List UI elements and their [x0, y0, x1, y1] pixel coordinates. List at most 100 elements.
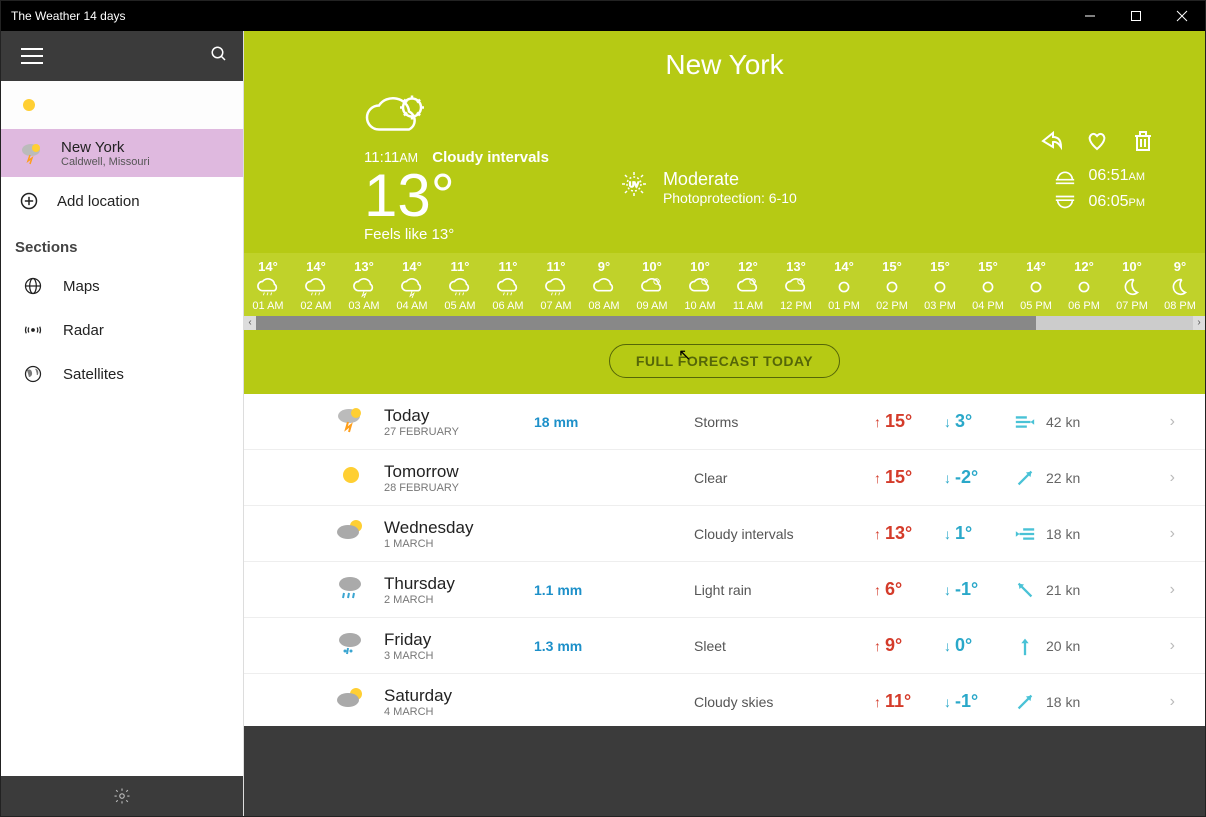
hour-label: 07 PM — [1108, 300, 1156, 312]
hour-cell[interactable]: 14° 01 PM — [820, 253, 868, 316]
hour-cell[interactable]: 15° 03 PM — [916, 253, 964, 316]
hour-icon — [820, 276, 868, 298]
day-row[interactable]: Wednesday1 MARCH Cloudy intervals 13° 1°… — [244, 506, 1205, 562]
day-max: 13° — [874, 523, 944, 544]
hour-temp: 14° — [1012, 259, 1060, 274]
hour-label: 01 PM — [820, 300, 868, 312]
storm-icon — [19, 141, 43, 165]
day-row[interactable]: Thursday2 MARCH 1.1 mm Light rain 6° -1°… — [244, 562, 1205, 618]
day-row[interactable]: Saturday4 MARCH Cloudy skies 11° -1° 18 … — [244, 674, 1205, 726]
plus-circle-icon — [19, 191, 39, 211]
daily-list: Today27 FEBRUARY 18 mm Storms 15° 3° 42 … — [244, 394, 1205, 726]
hour-icon — [772, 276, 820, 298]
hour-cell[interactable]: 10° 07 PM — [1108, 253, 1156, 316]
hour-temp: 11° — [532, 259, 580, 274]
hour-icon — [868, 276, 916, 298]
uv-icon: UV — [619, 169, 649, 199]
main: New York 11:11AM Cloudy intervals — [244, 31, 1205, 816]
hour-cell[interactable]: 10° 09 AM — [628, 253, 676, 316]
hour-label: 07 AM — [532, 300, 580, 312]
hour-cell[interactable]: 12° 11 AM — [724, 253, 772, 316]
day-min: -2° — [944, 467, 1014, 488]
scroll-left-icon[interactable]: ‹ — [244, 316, 256, 330]
hour-label: 09 AM — [628, 300, 676, 312]
hour-cell[interactable]: 14° 05 PM — [1012, 253, 1060, 316]
settings-button[interactable] — [1, 776, 243, 816]
trash-icon[interactable] — [1131, 129, 1155, 158]
day-condition: Clear — [694, 470, 874, 486]
day-min: -1° — [944, 579, 1014, 600]
hour-label: 03 PM — [916, 300, 964, 312]
day-condition: Storms — [694, 414, 874, 430]
day-name: Saturday — [384, 686, 534, 706]
maximize-button[interactable] — [1113, 1, 1159, 31]
hour-icon — [1108, 276, 1156, 298]
sidebar-current-location[interactable] — [1, 81, 243, 129]
hour-label: 06 PM — [1060, 300, 1108, 312]
hour-cell[interactable]: 13° 03 AM — [340, 253, 388, 316]
day-condition: Cloudy intervals — [694, 526, 874, 542]
svg-text:UV: UV — [629, 182, 639, 189]
sidebar-location-selected[interactable]: New York Caldwell, Missouri — [1, 129, 243, 177]
day-icon — [334, 629, 384, 662]
hour-cell[interactable]: 13° 12 PM — [772, 253, 820, 316]
hour-label: 08 AM — [580, 300, 628, 312]
section-radar[interactable]: Radar — [1, 308, 243, 352]
hour-cell[interactable]: 15° 02 PM — [868, 253, 916, 316]
hour-temp: 14° — [292, 259, 340, 274]
earth-icon — [23, 364, 43, 384]
hour-temp: 10° — [1108, 259, 1156, 274]
hour-temp: 13° — [340, 259, 388, 274]
titlebar: The Weather 14 days — [1, 1, 1205, 31]
chevron-right-icon: › — [1170, 581, 1175, 599]
hour-cell[interactable]: 15° 04 PM — [964, 253, 1012, 316]
uv-sub: Photoprotection: 6-10 — [663, 190, 797, 206]
hour-label: 08 PM — [1156, 300, 1204, 312]
day-row[interactable]: Friday3 MARCH 1.3 mm Sleet 9° 0° 20 kn › — [244, 618, 1205, 674]
scroll-thumb[interactable] — [256, 316, 1036, 330]
day-date: 28 FEBRUARY — [384, 482, 534, 494]
hour-temp: 15° — [964, 259, 1012, 274]
hour-cell[interactable]: 10° 10 AM — [676, 253, 724, 316]
day-icon — [334, 685, 384, 718]
hour-cell[interactable]: 14° 02 AM — [292, 253, 340, 316]
section-maps[interactable]: Maps — [1, 264, 243, 308]
hourly-strip: 14° 01 AM14° 02 AM13° 03 AM14° 04 AM11° … — [244, 253, 1205, 330]
hour-cell[interactable]: 14° 04 AM — [388, 253, 436, 316]
hour-cell[interactable]: 11° 07 AM — [532, 253, 580, 316]
day-row[interactable]: Today27 FEBRUARY 18 mm Storms 15° 3° 42 … — [244, 394, 1205, 450]
hour-cell[interactable]: 9° 08 AM — [580, 253, 628, 316]
heart-icon[interactable] — [1085, 129, 1109, 158]
sidebar: New York Caldwell, Missouri Add location… — [1, 31, 244, 816]
close-button[interactable] — [1159, 1, 1205, 31]
hamburger-icon[interactable] — [21, 48, 43, 64]
add-location-button[interactable]: Add location — [1, 177, 243, 225]
hourly-scrollbar[interactable]: ‹ › — [244, 316, 1205, 330]
hour-cell[interactable]: 12° 06 PM — [1060, 253, 1108, 316]
hour-cell[interactable]: 14° 01 AM — [244, 253, 292, 316]
hour-cell[interactable]: 11° 05 AM — [436, 253, 484, 316]
day-min: 1° — [944, 523, 1014, 544]
scroll-right-icon[interactable]: › — [1193, 316, 1205, 330]
globe-icon — [23, 276, 43, 296]
hour-icon — [964, 276, 1012, 298]
share-icon[interactable] — [1039, 129, 1063, 158]
hour-temp: 9° — [1156, 259, 1204, 274]
full-forecast-button[interactable]: FULL FORECAST TODAY — [609, 344, 840, 378]
section-satellites[interactable]: Satellites — [1, 352, 243, 396]
hour-cell[interactable]: 9° 08 PM — [1156, 253, 1204, 316]
day-max: 15° — [874, 467, 944, 488]
day-condition: Light rain — [694, 582, 874, 598]
minimize-button[interactable] — [1067, 1, 1113, 31]
day-max: 11° — [874, 691, 944, 712]
hour-icon — [532, 276, 580, 298]
day-date: 2 MARCH — [384, 594, 534, 606]
day-row[interactable]: Tomorrow28 FEBRUARY Clear 15° -2° 22 kn … — [244, 450, 1205, 506]
search-icon[interactable] — [210, 45, 228, 68]
hour-icon — [484, 276, 532, 298]
section-label: Radar — [63, 322, 104, 339]
hour-label: 03 AM — [340, 300, 388, 312]
day-name: Tomorrow — [384, 462, 534, 482]
hour-cell[interactable]: 11° 06 AM — [484, 253, 532, 316]
sun-icon — [19, 95, 39, 115]
